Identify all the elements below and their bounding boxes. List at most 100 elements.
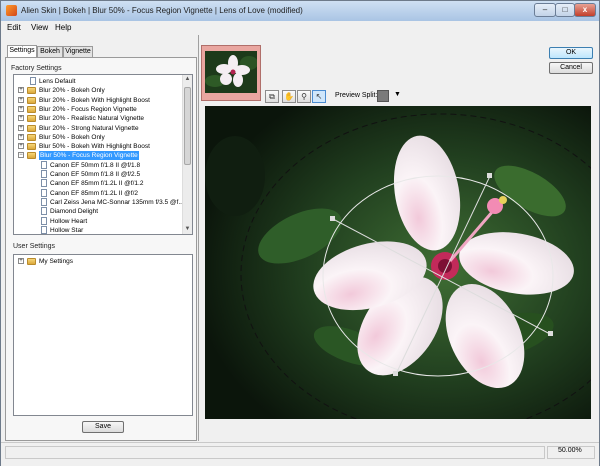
tree-scrollbar[interactable]: ▲ ▼ (182, 75, 192, 234)
title-bar: Alien Skin | Bokeh | Blur 50% - Focus Re… (1, 1, 599, 22)
tree-item[interactable]: + Blur 50% - Bokeh Only (14, 133, 182, 142)
factory-settings-label: Factory Settings (11, 65, 62, 72)
thumbnail-frame[interactable] (201, 45, 261, 101)
tree-item[interactable]: Hollow Heart (14, 216, 182, 226)
folder-icon (27, 87, 36, 95)
menu-edit[interactable]: Edit (7, 23, 21, 32)
tree-item[interactable]: + Blur 20% - Bokeh With Highlight Boost (14, 96, 182, 105)
thumbnail-image (205, 51, 257, 93)
tree-item[interactable]: + Blur 20% - Strong Natural Vignette (14, 124, 182, 133)
zoom-icon[interactable]: ⚲ (297, 90, 311, 103)
folder-icon (27, 258, 36, 265)
app-icon (6, 5, 17, 16)
folder-icon (27, 152, 36, 160)
tree-item[interactable]: + Blur 20% - Focus Region Vignette (14, 105, 182, 114)
expand-icon[interactable]: + (18, 124, 24, 131)
tree-item-label: My Settings (39, 258, 73, 265)
pointer-icon[interactable]: ↖ (312, 90, 326, 103)
tree-item-label: Canon EF 50mm f/1.8 II @f/1.8 (50, 161, 141, 169)
tree-item[interactable]: + Blur 20% - Realistic Natural Vignette (14, 114, 182, 123)
expand-icon[interactable]: + (18, 143, 24, 150)
tree-item-label: Canon EF 85mm f/1.2L II @f/1.2 (50, 180, 144, 188)
hand-icon[interactable]: ✋ (282, 90, 296, 103)
chevron-down-icon[interactable]: ▼ (394, 91, 401, 98)
folder-icon (27, 96, 36, 104)
zoom-level: 50.00% (558, 447, 582, 454)
preset-icon (41, 225, 47, 234)
preview-canvas[interactable] (205, 106, 591, 419)
expand-icon[interactable]: + (18, 87, 24, 94)
tree-item-label: Hollow Heart (50, 217, 88, 225)
tree-item-label: Blur 20% - Realistic Natural Vignette (39, 115, 145, 123)
tree-item-label: Blur 20% - Bokeh With Highlight Boost (39, 96, 150, 104)
preset-icon (41, 188, 47, 197)
tree-item[interactable]: Carl Zeiss Jena MC-Sonnar 135mm f/3.5 @f… (14, 197, 184, 207)
ok-button[interactable]: OK (549, 47, 593, 59)
user-settings-label: User Settings (13, 243, 56, 250)
app-window: Alien Skin | Bokeh | Blur 50% - Focus Re… (0, 0, 600, 466)
collapse-icon[interactable]: − (18, 152, 24, 159)
tree-item-label: Lens Default (39, 78, 76, 85)
tree-item[interactable]: Canon EF 50mm f/1.8 II @f/2.5 (14, 170, 182, 179)
tree-item-label: Carl Zeiss Jena MC-Sonnar 135mm f/3.5 @f… (50, 198, 184, 206)
user-settings-tree[interactable]: + My Settings (13, 254, 193, 416)
folder-icon (27, 124, 36, 132)
expand-icon[interactable]: + (18, 96, 24, 103)
tree-item[interactable]: Diamond Delight (14, 207, 182, 216)
expand-icon[interactable]: + (18, 133, 24, 140)
preset-icon (41, 216, 47, 225)
preview-split-swatch[interactable] (377, 90, 389, 102)
tab-bokeh[interactable]: Bokeh (37, 46, 63, 57)
factory-settings-tree[interactable]: Lens Default + Blur 20% - Bokeh Only + Blur … (13, 74, 193, 235)
preset-icon (41, 160, 47, 169)
folder-icon (27, 105, 36, 113)
cancel-button[interactable]: Cancel (549, 62, 593, 74)
tree-item[interactable]: Hollow Star (14, 225, 182, 234)
tab-vignette[interactable]: Vignette (63, 46, 93, 57)
folder-icon (27, 143, 36, 151)
expand-icon[interactable]: + (18, 105, 24, 112)
folder-icon (27, 115, 36, 123)
tree-item[interactable]: + My Settings (14, 257, 182, 266)
menu-view[interactable]: View (31, 23, 48, 32)
tree-item[interactable]: − Blur 50% - Focus Region Vignette (14, 151, 182, 161)
preset-icon (41, 170, 47, 178)
window-title: Alien Skin | Bokeh | Blur 50% - Focus Re… (21, 6, 303, 15)
scroll-thumb[interactable] (184, 87, 191, 165)
tree-item[interactable]: Canon EF 50mm f/1.8 II @f/1.8 (14, 160, 182, 170)
tree-item[interactable]: Canon EF 85mm f/1.2L II @f/1.2 (14, 179, 182, 188)
scroll-down-icon[interactable]: ▼ (183, 225, 192, 234)
tree-item-label: Diamond Delight (50, 208, 99, 216)
tree-item-label: Hollow Star (50, 226, 84, 234)
preview-split-label: Preview Split: (335, 92, 378, 99)
folder-icon (27, 133, 36, 141)
compare-icon[interactable]: ⧉ (265, 90, 279, 103)
expand-icon[interactable]: + (18, 258, 24, 264)
tree-item[interactable]: Lens Default (14, 77, 182, 86)
menu-bar: Edit View Help (1, 21, 599, 34)
tree-item-label: Blur 20% - Strong Natural Vignette (39, 124, 139, 132)
expand-icon[interactable]: + (18, 115, 24, 122)
scroll-up-icon[interactable]: ▲ (183, 75, 192, 84)
maximize-button[interactable]: □ (555, 3, 575, 17)
preset-icon (41, 179, 47, 188)
preset-icon (41, 197, 47, 206)
save-button[interactable]: Save (82, 421, 124, 433)
tree-item[interactable]: + Blur 50% - Bokeh With Highlight Boost (14, 142, 182, 151)
tree-item-label: Canon EF 50mm f/1.8 II @f/2.5 (50, 171, 141, 178)
status-cell-main (5, 446, 545, 459)
tree-item-label: Blur 50% - Focus Region Vignette (39, 151, 139, 161)
tree-item[interactable]: Canon EF 85mm f/1.2L II @f/2 (14, 188, 182, 198)
tree-item-label: Canon EF 85mm f/1.2L II @f/2 (50, 189, 139, 197)
preview-image (205, 106, 591, 419)
preset-icon (30, 77, 36, 85)
tree-item-label: Blur 20% - Focus Region Vignette (39, 105, 137, 113)
close-button[interactable]: x (574, 3, 596, 17)
tree-item-label: Blur 50% - Bokeh With Highlight Boost (39, 143, 150, 151)
tree-item[interactable]: + Blur 20% - Bokeh Only (14, 86, 182, 95)
menu-help[interactable]: Help (55, 23, 71, 32)
tree-item-label: Blur 50% - Bokeh Only (39, 133, 105, 141)
minimize-button[interactable]: – (534, 3, 556, 17)
preset-icon (41, 207, 47, 216)
tree-item-label: Blur 20% - Bokeh Only (39, 87, 105, 95)
